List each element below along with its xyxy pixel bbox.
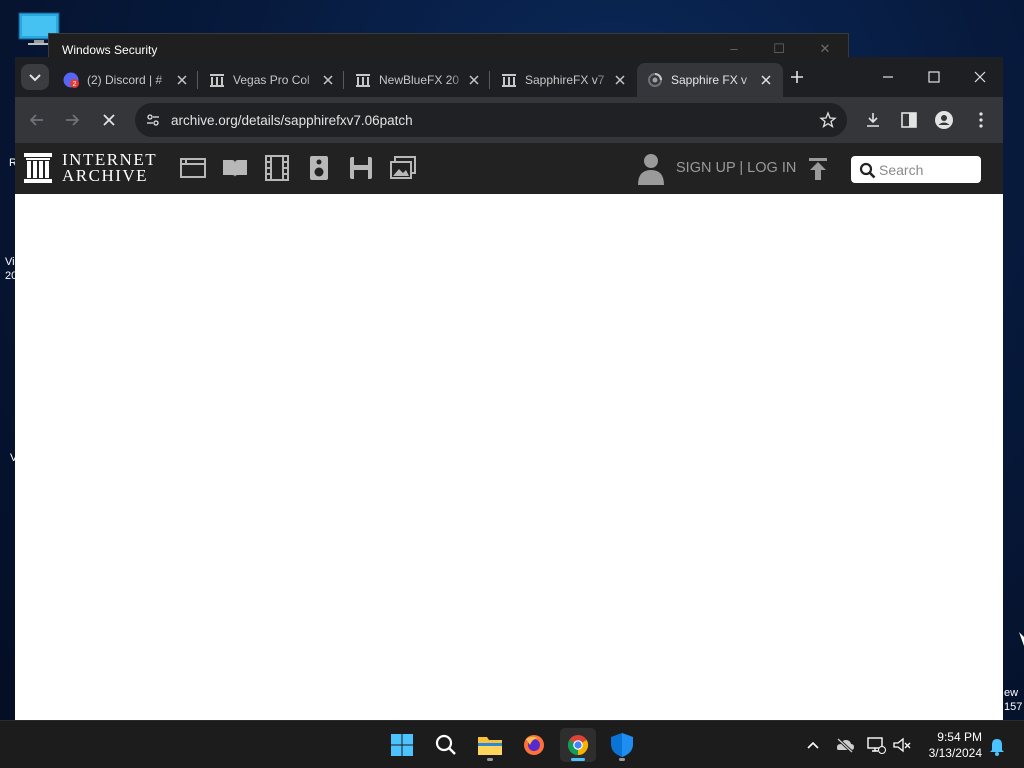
taskbar-windows-security[interactable] <box>604 728 640 762</box>
tab-vegas-pro[interactable]: Vegas Pro Col <box>199 63 345 97</box>
tab-label: Vegas Pro Col <box>233 73 310 87</box>
downloads-icon[interactable] <box>862 109 884 131</box>
search-icon <box>859 162 876 179</box>
audio-icon[interactable] <box>306 155 332 181</box>
maximize-icon[interactable]: ☐ <box>769 41 789 57</box>
clock-time: 9:54 PM <box>937 730 982 744</box>
browser-window: 2 (2) Discord | # Vegas Pro Col NewBlueF… <box>15 57 1003 720</box>
upload-icon[interactable] <box>808 158 828 180</box>
tab-label: SapphireFX v7 <box>525 73 605 87</box>
user-icon[interactable] <box>637 153 665 185</box>
close-icon[interactable]: ✕ <box>815 41 835 57</box>
running-indicator <box>487 758 493 761</box>
volume-muted-icon[interactable] <box>892 735 912 755</box>
minimize-icon[interactable] <box>865 64 911 90</box>
archive-icon <box>210 74 224 87</box>
internet-archive-header: INTERNET ARCHIVE SIGN UP | LOG IN Search <box>15 143 1003 194</box>
svg-text:2: 2 <box>73 81 77 88</box>
internet-archive-logo-text[interactable]: INTERNET ARCHIVE <box>62 151 157 184</box>
close-tab-icon[interactable] <box>613 73 627 87</box>
taskbar-file-explorer[interactable] <box>472 728 508 762</box>
video-icon[interactable] <box>264 155 290 181</box>
minimize-icon[interactable]: – <box>724 41 744 57</box>
maximize-icon[interactable] <box>911 64 957 90</box>
mouse-cursor-icon <box>1019 632 1024 646</box>
internet-archive-logo-icon[interactable] <box>24 153 52 183</box>
clock-date: 3/13/2024 <box>928 746 982 760</box>
images-icon[interactable] <box>390 155 416 181</box>
close-tab-icon[interactable] <box>759 73 773 87</box>
close-tab-icon[interactable] <box>467 73 481 87</box>
network-icon[interactable] <box>866 735 886 755</box>
notification-bell-icon[interactable] <box>987 737 1007 757</box>
tab-separator <box>343 71 344 89</box>
bookmark-star-icon[interactable] <box>819 111 837 129</box>
side-panel-icon[interactable] <box>898 109 920 131</box>
archive-icon <box>502 74 516 87</box>
tab-search-button[interactable] <box>21 64 49 90</box>
archive-search-box[interactable]: Search <box>851 156 981 183</box>
texts-icon[interactable] <box>222 155 248 181</box>
taskbar-chrome[interactable] <box>560 728 596 762</box>
address-bar[interactable]: archive.org/details/sapphirefxv7.06patch <box>135 103 847 137</box>
forward-icon[interactable] <box>61 109 83 131</box>
tab-discord[interactable]: 2 (2) Discord | # <box>53 63 199 97</box>
show-hidden-icons-icon[interactable] <box>803 735 823 755</box>
menu-icon[interactable] <box>970 109 992 131</box>
discord-icon: 2 <box>63 72 79 88</box>
start-icon <box>391 734 413 756</box>
running-indicator <box>619 758 625 761</box>
software-icon[interactable] <box>348 155 374 181</box>
taskbar: 9:54 PM 3/13/2024 <box>0 720 1024 768</box>
taskbar-clock[interactable]: 9:54 PM 3/13/2024 <box>914 729 982 761</box>
archive-icon <box>356 74 370 87</box>
desktop-label-fragment: 157 <box>1004 701 1023 713</box>
desktop-label-fragment: ew <box>1004 687 1019 699</box>
onedrive-icon[interactable] <box>835 735 855 755</box>
search-placeholder: Search <box>879 162 924 178</box>
tab-newbluefx[interactable]: NewBlueFX 20 <box>345 63 491 97</box>
profile-icon[interactable] <box>933 109 955 131</box>
tab-strip: 2 (2) Discord | # Vegas Pro Col NewBlueF… <box>15 57 1003 97</box>
file-explorer-icon <box>478 737 502 755</box>
start-button[interactable] <box>384 728 420 762</box>
firefox-icon <box>524 735 544 755</box>
desktop-label-fragment: Vi <box>5 256 15 268</box>
tab-separator <box>489 71 490 89</box>
tab-sapphire-fx-active[interactable]: Sapphire FX v <box>637 63 783 97</box>
taskbar-search-button[interactable] <box>428 728 464 762</box>
window-title: Windows Security <box>62 43 158 57</box>
tab-sapphirefx[interactable]: SapphireFX v7 <box>491 63 637 97</box>
browser-toolbar: archive.org/details/sapphirefxv7.06patch <box>15 97 1003 143</box>
tab-label: NewBlueFX 20 <box>379 73 460 87</box>
close-tab-icon[interactable] <box>175 73 189 87</box>
close-window-icon[interactable] <box>957 64 1003 90</box>
chrome-icon <box>567 735 589 756</box>
windows-security-icon <box>611 733 633 757</box>
url-text[interactable]: archive.org/details/sapphirefxv7.06patch <box>171 113 413 128</box>
web-icon[interactable] <box>180 155 206 181</box>
tab-label: (2) Discord | # <box>87 73 163 87</box>
signup-login-link[interactable]: SIGN UP | LOG IN <box>676 160 796 176</box>
new-tab-icon[interactable] <box>787 67 807 87</box>
active-indicator <box>571 758 585 761</box>
back-icon[interactable] <box>26 109 48 131</box>
site-info-icon[interactable] <box>145 112 161 128</box>
page-content-area <box>15 194 1003 720</box>
tab-label: Sapphire FX v <box>671 73 748 87</box>
stop-loading-icon[interactable] <box>98 109 120 131</box>
tab-separator <box>197 71 198 89</box>
loading-icon <box>648 73 662 87</box>
chevron-down-icon <box>29 74 41 82</box>
search-icon <box>435 734 456 755</box>
close-tab-icon[interactable] <box>321 73 335 87</box>
taskbar-firefox[interactable] <box>516 728 552 762</box>
